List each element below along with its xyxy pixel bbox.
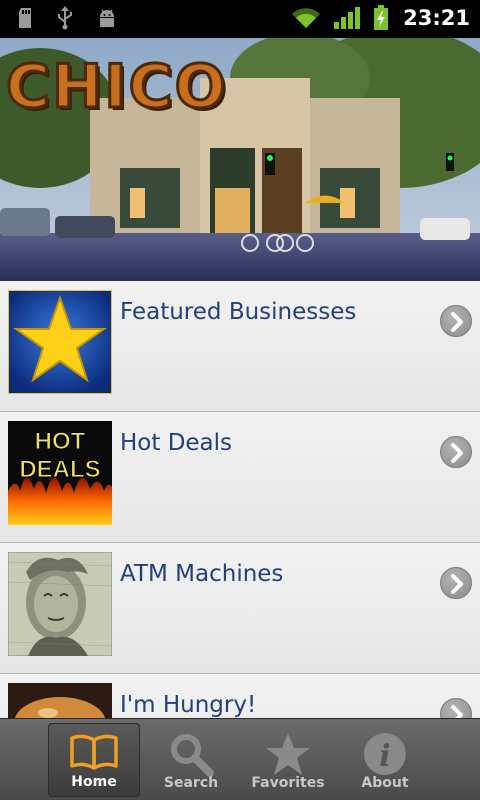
star-icon xyxy=(8,290,112,394)
star-icon xyxy=(266,733,310,775)
burger-icon xyxy=(8,683,112,718)
usb-icon xyxy=(58,6,72,30)
list-item-label: Featured Businesses xyxy=(120,299,357,325)
tab-label: Search xyxy=(163,775,219,791)
tab-about[interactable]: i About xyxy=(339,723,431,797)
bottom-tab-bar: Home Search Favorites i About xyxy=(0,718,480,800)
battery-charging-icon xyxy=(374,5,389,30)
wifi-icon xyxy=(292,8,321,28)
chevron-right-icon[interactable] xyxy=(440,698,472,718)
clock: 23:21 xyxy=(403,6,470,30)
book-icon xyxy=(70,734,118,770)
svg-text:DEALS: DEALS xyxy=(19,456,100,483)
tab-label: Home xyxy=(71,774,117,790)
chevron-right-icon[interactable] xyxy=(440,436,472,468)
info-icon: i xyxy=(364,733,406,775)
chico-logo: CHICO xyxy=(5,51,228,124)
list-item-featured-businesses[interactable]: Featured Businesses xyxy=(0,281,480,412)
sd-card-icon xyxy=(19,8,31,28)
svg-text:HOT: HOT xyxy=(35,428,86,455)
svg-text:i: i xyxy=(379,739,390,774)
chevron-right-icon[interactable] xyxy=(440,305,472,337)
chevron-right-icon[interactable] xyxy=(440,567,472,599)
tab-label: Favorites xyxy=(251,775,325,791)
search-icon xyxy=(171,734,214,777)
money-icon xyxy=(8,552,112,656)
list-item-im-hungry[interactable]: I'm Hungry! xyxy=(0,674,480,718)
list-item-label: I'm Hungry! xyxy=(120,692,257,718)
list-item-label: Hot Deals xyxy=(120,430,233,456)
chico-banner: CHICO xyxy=(0,38,480,281)
list-item-label: ATM Machines xyxy=(120,561,284,587)
status-bar: 23:21 xyxy=(0,0,480,38)
hot-deals-icon: HOT DEALS xyxy=(8,421,112,525)
list-item-hot-deals[interactable]: HOT DEALS Hot Deals xyxy=(0,412,480,543)
category-list: Featured Businesses HOT DEALS Hot Deals xyxy=(0,281,480,718)
tab-label: About xyxy=(361,775,409,791)
list-item-atm-machines[interactable]: ATM Machines xyxy=(0,543,480,674)
tab-search[interactable]: Search xyxy=(145,723,237,797)
tab-home[interactable]: Home xyxy=(48,723,140,797)
signal-icon xyxy=(334,7,361,29)
tab-favorites[interactable]: Favorites xyxy=(242,723,334,797)
android-debug-icon xyxy=(100,9,114,27)
